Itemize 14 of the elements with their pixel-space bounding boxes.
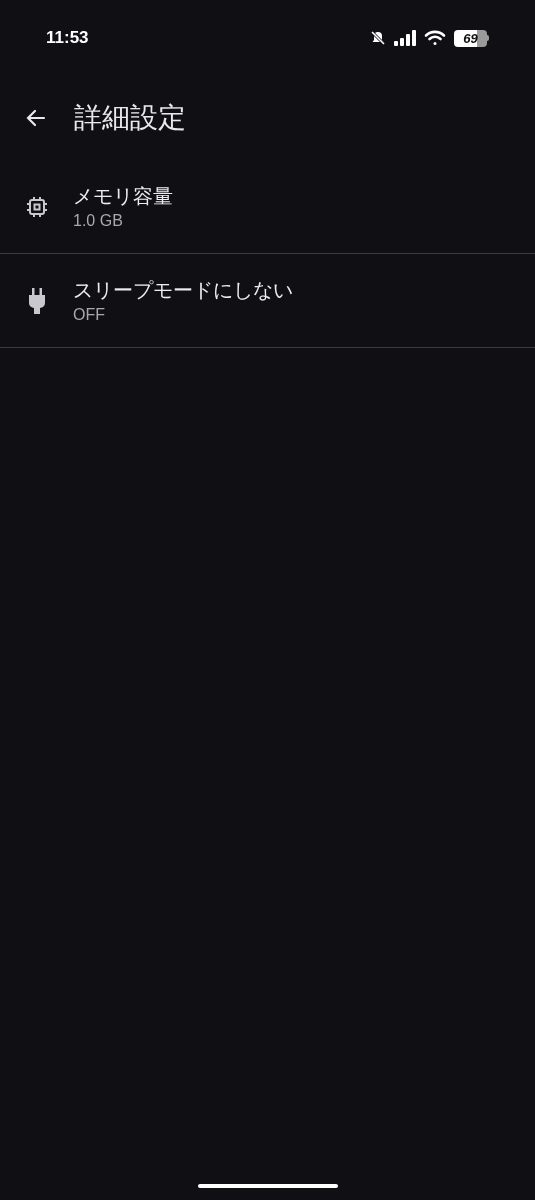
- status-time: 11:53: [46, 27, 89, 50]
- item-value: OFF: [73, 304, 106, 325]
- plug-icon: [27, 287, 46, 314]
- muted-bell-icon: [370, 30, 386, 46]
- signal-icon: [394, 30, 416, 46]
- chip-icon: [24, 194, 49, 219]
- wifi-icon: [424, 30, 446, 46]
- settings-item[interactable]: メモリ容量 1.0 GB: [0, 160, 535, 254]
- item-value: 1.0 GB: [73, 210, 124, 231]
- page-title: 詳細設定: [74, 101, 186, 135]
- battery-indicator: 69: [454, 29, 487, 47]
- item-title: スリープモードにしない: [73, 277, 293, 303]
- item-title: メモリ容量: [73, 183, 173, 209]
- settings-item[interactable]: スリープモードにしない OFF: [0, 254, 535, 348]
